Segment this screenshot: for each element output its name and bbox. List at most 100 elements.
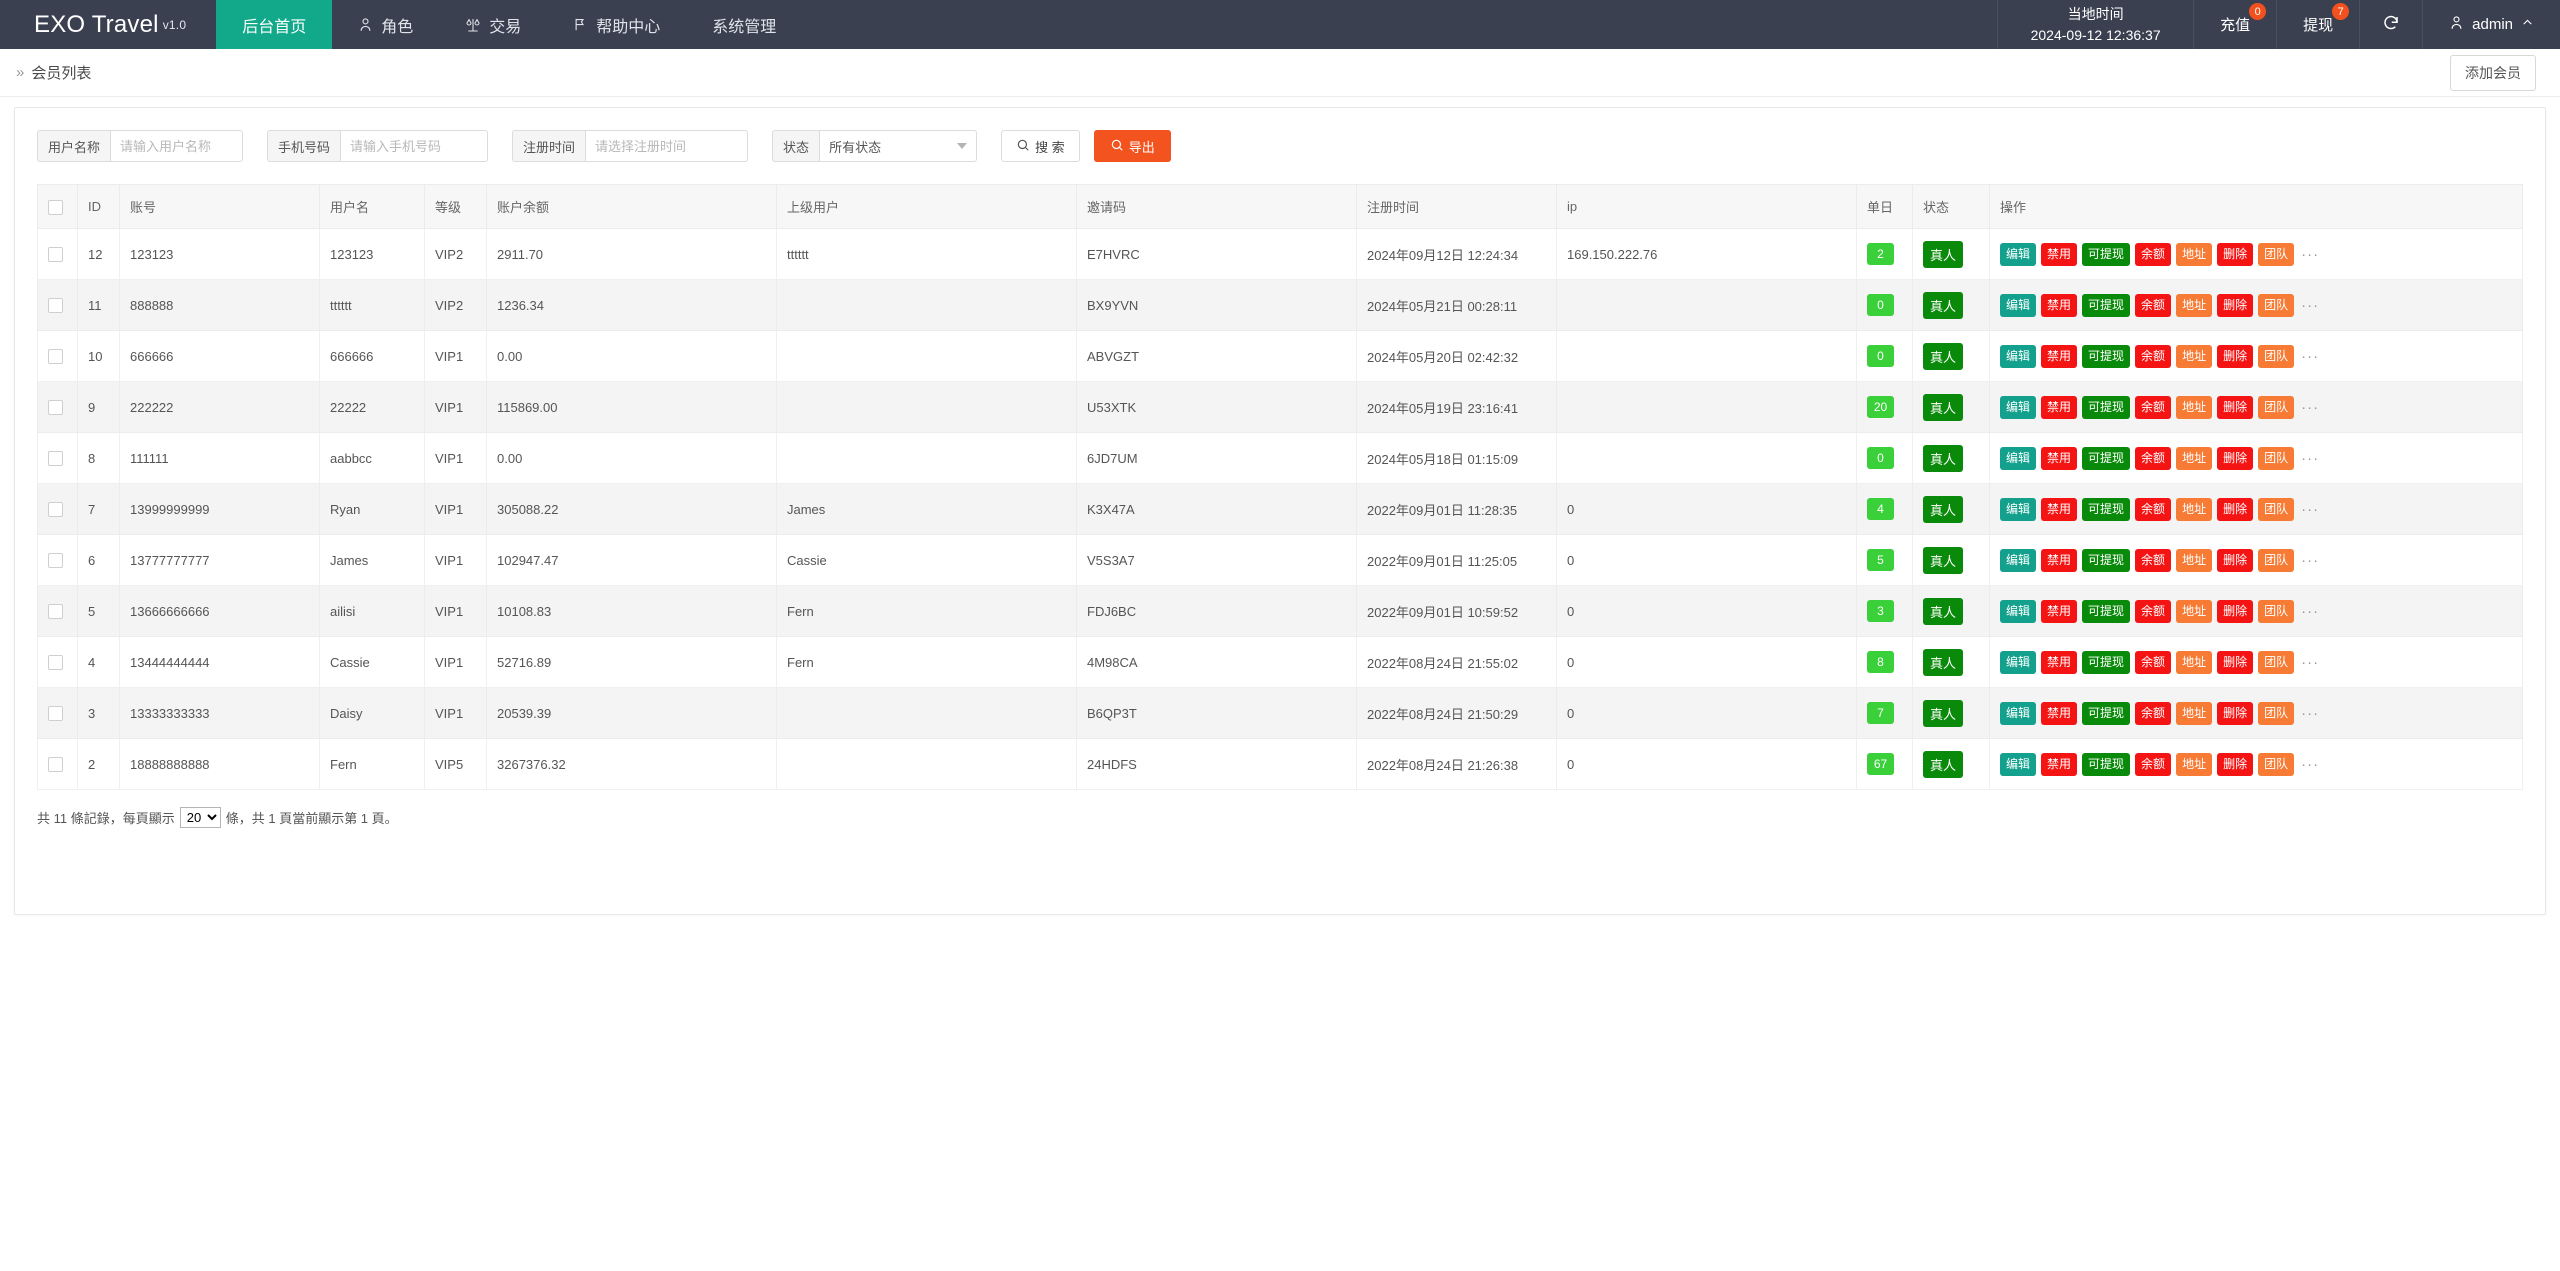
table-row[interactable]: 2 18888888888 Fern VIP5 3267376.32 24HDFS 2022… (37, 738, 2523, 790)
op-button-禁用[interactable]: 禁用 (2041, 242, 2078, 266)
op-button-编辑[interactable]: 编辑 (2000, 446, 2037, 470)
username-input[interactable] (110, 130, 244, 162)
row-select-checkbox[interactable] (48, 502, 63, 518)
col-header-invite[interactable]: 邀请码 (1076, 184, 1357, 229)
op-button-可提现[interactable]: 可提现 (2082, 701, 2131, 725)
row-select-checkbox[interactable] (48, 247, 63, 263)
op-button-团队[interactable]: 团队 (2258, 344, 2295, 368)
op-button-团队[interactable]: 团队 (2258, 242, 2295, 266)
op-button-地址[interactable]: 地址 (2176, 344, 2213, 368)
op-button-余额[interactable]: 余额 (2135, 701, 2172, 725)
op-button-编辑[interactable]: 编辑 (2000, 344, 2037, 368)
col-header-regtime[interactable]: 注册时间 (1356, 184, 1557, 229)
op-button-可提现[interactable]: 可提现 (2082, 548, 2131, 572)
col-header-balance[interactable]: 账户余额 (486, 184, 777, 229)
op-button-地址[interactable]: 地址 (2176, 293, 2213, 317)
col-header-account[interactable]: 账号 (119, 184, 320, 229)
op-button-禁用[interactable]: 禁用 (2041, 548, 2078, 572)
op-button-地址[interactable]: 地址 (2176, 752, 2213, 776)
table-row[interactable]: 9 222222 22222 VIP1 115869.00 U53XTK 2024年05月1… (37, 381, 2523, 433)
op-button-可提现[interactable]: 可提现 (2082, 242, 2131, 266)
op-button-地址[interactable]: 地址 (2176, 446, 2213, 470)
op-button-编辑[interactable]: 编辑 (2000, 242, 2037, 266)
op-button-余额[interactable]: 余额 (2135, 344, 2172, 368)
table-row[interactable]: 7 13999999999 Ryan VIP1 305088.22 James K3X47A… (37, 483, 2523, 535)
op-button-团队[interactable]: 团队 (2258, 548, 2295, 572)
op-button-编辑[interactable]: 编辑 (2000, 293, 2037, 317)
op-more-icon[interactable]: ··· (2299, 246, 2319, 263)
nav-item-roles[interactable]: 角色 (332, 0, 439, 49)
op-button-可提现[interactable]: 可提现 (2082, 395, 2131, 419)
col-header-level[interactable]: 等级 (424, 184, 487, 229)
op-more-icon[interactable]: ··· (2299, 603, 2319, 620)
op-button-编辑[interactable]: 编辑 (2000, 701, 2037, 725)
op-button-编辑[interactable]: 编辑 (2000, 599, 2037, 623)
op-button-编辑[interactable]: 编辑 (2000, 497, 2037, 521)
withdraw-button[interactable]: 提现 7 (2276, 0, 2359, 49)
op-button-地址[interactable]: 地址 (2176, 650, 2213, 674)
op-button-余额[interactable]: 余额 (2135, 650, 2172, 674)
row-select-checkbox[interactable] (48, 400, 63, 416)
op-button-禁用[interactable]: 禁用 (2041, 650, 2078, 674)
op-button-可提现[interactable]: 可提现 (2082, 344, 2131, 368)
op-button-地址[interactable]: 地址 (2176, 599, 2213, 623)
op-button-禁用[interactable]: 禁用 (2041, 446, 2078, 470)
table-row[interactable]: 12 123123 123123 VIP2 2911.70 tttttt E7HVRC 202… (37, 228, 2523, 280)
op-button-余额[interactable]: 余额 (2135, 242, 2172, 266)
op-more-icon[interactable]: ··· (2299, 348, 2319, 365)
nav-item-dashboard[interactable]: 后台首页 (216, 0, 333, 49)
op-button-编辑[interactable]: 编辑 (2000, 395, 2037, 419)
op-more-icon[interactable]: ··· (2299, 501, 2319, 518)
op-button-余额[interactable]: 余额 (2135, 752, 2172, 776)
phone-input[interactable] (340, 130, 489, 162)
add-member-button[interactable]: 添加会员 (2450, 54, 2536, 91)
table-row[interactable]: 3 13333333333 Daisy VIP1 20539.39 B6QP3T 2022年… (37, 687, 2523, 739)
op-button-余额[interactable]: 余额 (2135, 446, 2172, 470)
row-select-checkbox[interactable] (48, 604, 63, 620)
op-button-删除[interactable]: 删除 (2217, 548, 2254, 572)
op-button-地址[interactable]: 地址 (2176, 497, 2213, 521)
status-select[interactable]: 所有状态 (819, 130, 978, 162)
op-button-删除[interactable]: 删除 (2217, 293, 2254, 317)
op-button-地址[interactable]: 地址 (2176, 395, 2213, 419)
op-button-余额[interactable]: 余额 (2135, 395, 2172, 419)
op-button-删除[interactable]: 删除 (2217, 650, 2254, 674)
nav-item-system-management[interactable]: 系统管理 (686, 0, 802, 49)
op-button-删除[interactable]: 删除 (2217, 344, 2254, 368)
op-button-团队[interactable]: 团队 (2258, 752, 2295, 776)
op-button-禁用[interactable]: 禁用 (2041, 497, 2078, 521)
refresh-button[interactable] (2359, 0, 2422, 49)
table-row[interactable]: 6 13777777777 James VIP1 102947.47 Cassie V5S3… (37, 534, 2523, 586)
op-button-可提现[interactable]: 可提现 (2082, 446, 2131, 470)
table-row[interactable]: 4 13444444444 Cassie VIP1 52716.89 Fern 4M98CA… (37, 636, 2523, 688)
col-header-id[interactable]: ID (77, 184, 120, 229)
op-button-禁用[interactable]: 禁用 (2041, 344, 2078, 368)
op-button-禁用[interactable]: 禁用 (2041, 701, 2078, 725)
op-button-编辑[interactable]: 编辑 (2000, 548, 2037, 572)
op-button-禁用[interactable]: 禁用 (2041, 599, 2078, 623)
table-row[interactable]: 5 13666666666 ailisi VIP1 10108.83 Fern FDJ6BC… (37, 585, 2523, 637)
op-button-删除[interactable]: 删除 (2217, 242, 2254, 266)
op-button-余额[interactable]: 余额 (2135, 497, 2172, 521)
col-header-username[interactable]: 用户名 (319, 184, 425, 229)
row-select-checkbox[interactable] (48, 298, 63, 314)
op-button-可提现[interactable]: 可提现 (2082, 599, 2131, 623)
table-row[interactable]: 8 111111 aabbcc VIP1 0.00 6JD7UM 2024年05月18日 0… (37, 432, 2523, 484)
op-button-团队[interactable]: 团队 (2258, 497, 2295, 521)
col-header-daily[interactable]: 单日 (1856, 184, 1913, 229)
op-button-编辑[interactable]: 编辑 (2000, 650, 2037, 674)
row-select-checkbox[interactable] (48, 553, 63, 569)
op-button-地址[interactable]: 地址 (2176, 242, 2213, 266)
op-button-删除[interactable]: 删除 (2217, 395, 2254, 419)
row-select-checkbox[interactable] (48, 451, 63, 467)
op-more-icon[interactable]: ··· (2299, 450, 2319, 467)
row-select-checkbox[interactable] (48, 706, 63, 722)
op-button-删除[interactable]: 删除 (2217, 599, 2254, 623)
page-size-select[interactable]: 20 (179, 807, 221, 828)
op-button-地址[interactable]: 地址 (2176, 701, 2213, 725)
row-select-checkbox[interactable] (48, 655, 63, 671)
row-select-checkbox[interactable] (48, 757, 63, 773)
select-all-checkbox[interactable] (48, 199, 63, 215)
op-more-icon[interactable]: ··· (2299, 399, 2319, 416)
op-button-编辑[interactable]: 编辑 (2000, 752, 2037, 776)
